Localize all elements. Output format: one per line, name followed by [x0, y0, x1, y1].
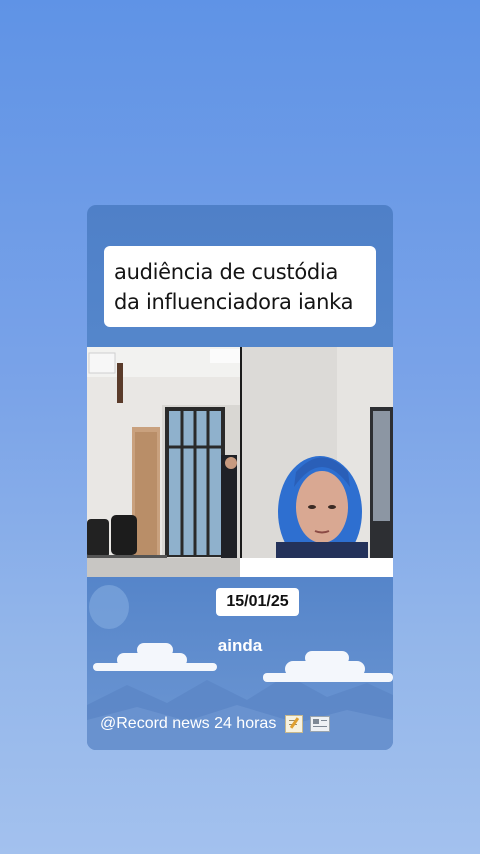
video-frame[interactable] — [87, 347, 393, 577]
defendant-scene — [242, 347, 393, 558]
courtroom-camera-view — [87, 347, 240, 558]
post-card: audiência de custódia da influenciadora … — [87, 205, 393, 750]
moon-decoration — [89, 585, 129, 629]
caption-text: ainda — [217, 636, 263, 655]
headline-box: audiência de custódia da influenciadora … — [104, 246, 376, 327]
video-caption-bar — [87, 558, 393, 577]
handle-text: @Record news 24 horas — [100, 715, 277, 733]
caption-bar-left — [87, 558, 240, 577]
headline-line-2: da influenciadora ianka — [114, 290, 354, 314]
newspaper-icon — [310, 716, 331, 732]
date-badge: 15/01/25 — [216, 588, 299, 616]
defendant-camera-view — [242, 347, 393, 558]
headline-line-1: audiência de custódia — [114, 260, 339, 284]
account-handle[interactable]: @Record news 24 horas — [100, 715, 331, 733]
courtroom-scene — [87, 347, 240, 558]
memo-icon — [284, 715, 303, 733]
